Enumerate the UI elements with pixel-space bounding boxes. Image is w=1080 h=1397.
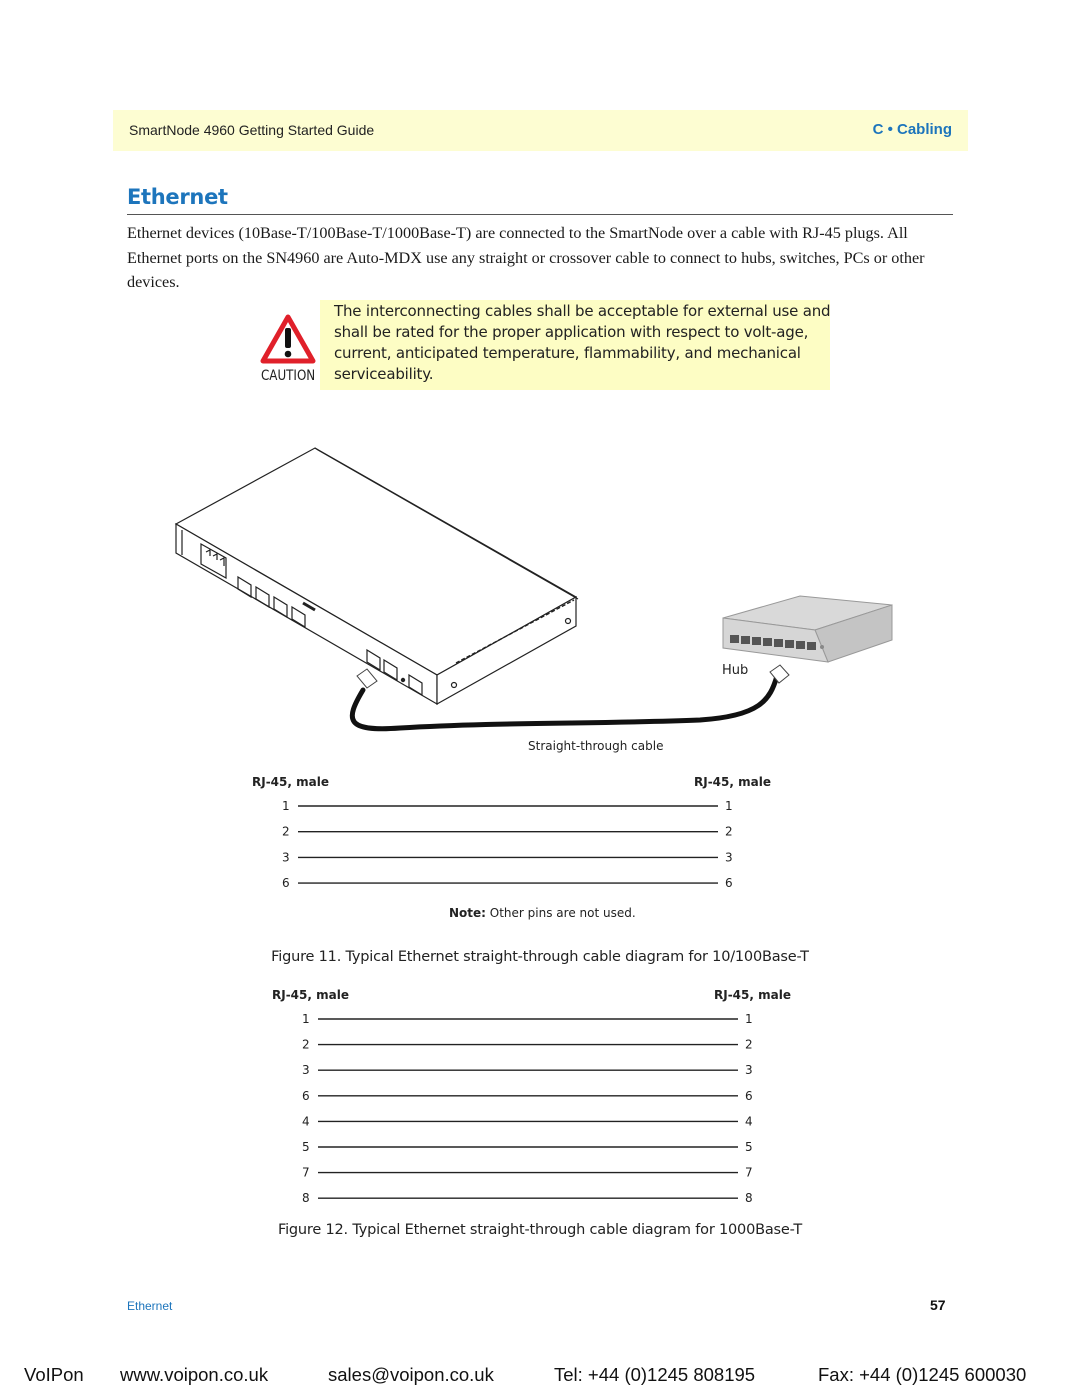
pin-number-left: 6 [302,1089,310,1103]
fig11-note: Note: Other pins are not used. [449,906,636,920]
pin-row: 22 [302,1038,753,1052]
page-number: 57 [930,1297,946,1313]
telephone: Tel: +44 (0)1245 808195 [554,1364,756,1385]
pin-number-left: 5 [302,1140,310,1154]
pin-number-left: 6 [282,876,290,890]
figure-area: Hub Straight-through cable RJ-45, male R… [174,447,893,1205]
smartnode-device-illustration [174,447,579,706]
pin-row: 66 [282,876,733,890]
pin-row: 33 [282,850,733,864]
figure11-pin-diagram: RJ-45, male RJ-45, male 1 12 23 36 6 Note: O… [252,775,771,920]
cable-label: Straight-through cable [528,739,663,753]
pin-row: 44 [302,1114,753,1128]
pin-number-right: 2 [725,825,733,839]
pin-number-right: 6 [745,1089,753,1103]
pin-number-right: 1 [745,1012,753,1026]
pin-number-left: 4 [302,1114,310,1128]
pin-number-right: 3 [745,1063,753,1077]
company-name: VoIPon [24,1364,84,1385]
hub-illustration [722,595,893,663]
pin-row: 77 [302,1166,753,1180]
pin-number-left: 3 [302,1063,310,1077]
fig12-left-header: RJ-45, male [272,988,349,1002]
rj45-plug-left [356,668,378,689]
pin-number-left: 7 [302,1166,310,1180]
email-link[interactable]: sales@voipon.co.uk [328,1364,494,1386]
pin-number-left: 8 [302,1191,310,1205]
fig11-right-header: RJ-45, male [694,775,771,789]
pin-number-right: 2 [745,1038,753,1052]
pin-number-right: 3 [725,850,733,864]
fig12-right-header: RJ-45, male [714,988,791,1002]
fig11-note-text: Other pins are not used. [486,906,636,920]
footer-section-name: Ethernet [127,1299,173,1313]
figure12-pin-diagram: RJ-45, male RJ-45, male 1 12 23 36 64 45 57 78 8 [272,988,791,1205]
fig11-left-header: RJ-45, male [252,775,329,789]
website-link[interactable]: www.voipon.co.uk [120,1364,268,1386]
rj45-plug-right [769,664,790,684]
pin-number-left: 3 [282,850,290,864]
pin-number-left: 2 [282,825,290,839]
pin-row: 33 [302,1063,753,1077]
pin-row: 55 [302,1140,753,1154]
pin-number-right: 4 [745,1114,753,1128]
fax: Fax: +44 (0)1245 600030 [818,1364,1027,1385]
figure11-caption: Figure 11. Typical Ethernet straight-thr… [271,949,809,965]
hub-label: Hub [722,663,748,678]
pin-number-left: 1 [302,1012,310,1026]
pin-row: 11 [282,799,733,813]
pin-row: 88 [302,1191,753,1205]
pin-number-left: 1 [282,799,290,813]
pin-number-right: 1 [725,799,733,813]
figure12-caption: Figure 12. Typical Ethernet straight-thr… [278,1222,802,1238]
pin-row: 11 [302,1012,753,1026]
pin-number-right: 8 [745,1191,753,1205]
pin-number-left: 2 [302,1038,310,1052]
pin-number-right: 5 [745,1140,753,1154]
fig11-note-bold: Note: [449,906,486,920]
pin-row: 66 [302,1089,753,1103]
pin-row: 22 [282,825,733,839]
pin-number-right: 7 [745,1166,753,1180]
pin-number-right: 6 [725,876,733,890]
